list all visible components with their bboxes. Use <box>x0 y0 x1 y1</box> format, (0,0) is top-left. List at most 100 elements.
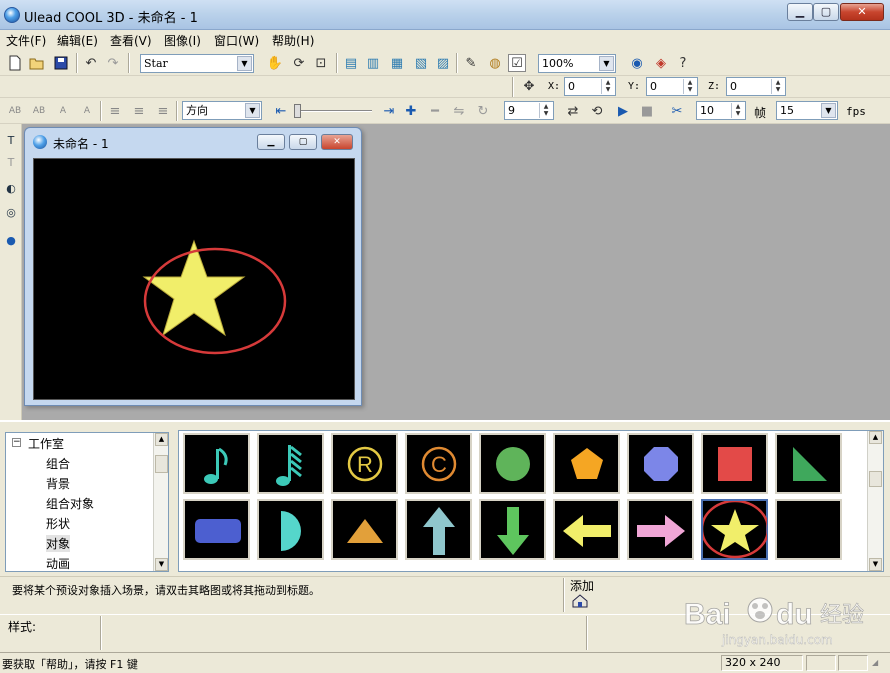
menu-view[interactable]: 查看(V) <box>108 32 154 49</box>
save-icon[interactable] <box>52 54 70 72</box>
gallery-thumb-double-music-note[interactable] <box>257 433 324 494</box>
help-cursor-icon[interactable]: ? <box>674 54 692 72</box>
object-select[interactable]: Star ▼ <box>140 54 254 73</box>
doc-minimize-button[interactable]: ▁ <box>257 134 285 150</box>
spinner-arrows-icon[interactable]: ▲ ▼ <box>771 79 784 94</box>
resize-grip-icon[interactable]: ◢ <box>872 658 886 670</box>
direction-select[interactable]: 方向 ▼ <box>182 101 262 120</box>
loop-icon[interactable]: ⇄ <box>564 102 582 120</box>
tree-item-background[interactable]: 背景 <box>46 475 70 492</box>
select-object-icon[interactable]: ◎ <box>2 204 20 222</box>
menu-window[interactable]: 窗口(W) <box>212 32 261 49</box>
gallery-thumb-copyright[interactable]: C <box>405 433 472 494</box>
scroll-down-icon[interactable]: ▼ <box>155 558 168 571</box>
first-frame-icon[interactable]: ⇤ <box>272 102 290 120</box>
scroll-up-icon[interactable]: ▲ <box>869 431 882 444</box>
layout-3-icon[interactable]: ▦ <box>388 54 406 72</box>
text-line-spacing-icon[interactable]: A <box>78 102 96 120</box>
y-input[interactable]: 0 ▲ ▼ <box>646 77 698 96</box>
align-right-icon[interactable]: ≡ <box>154 102 172 120</box>
gallery-thumb-half-circle[interactable] <box>257 499 324 560</box>
add-house-icon[interactable] <box>572 594 588 608</box>
layout-2-icon[interactable]: ▥ <box>364 54 382 72</box>
text-italic-icon[interactable]: AB <box>30 102 48 120</box>
align-left-icon[interactable]: ≡ <box>106 102 124 120</box>
gallery-thumb-rounded-rect[interactable] <box>183 499 250 560</box>
align-center-icon[interactable]: ≡ <box>130 102 148 120</box>
tree-item-animation[interactable]: 动画 <box>46 555 70 571</box>
menu-help[interactable]: 帮助(H) <box>270 32 316 49</box>
frame-count-input[interactable]: 10 ▲ ▼ <box>696 101 746 120</box>
undo-icon[interactable]: ↶ <box>82 54 100 72</box>
position-mode-icon[interactable]: ✥ <box>520 77 538 95</box>
gallery-thumb-octagon[interactable] <box>627 433 694 494</box>
layout-1-icon[interactable]: ▤ <box>342 54 360 72</box>
close-button[interactable]: ✕ <box>840 3 884 21</box>
insert-geometry-icon[interactable]: ● <box>2 232 20 250</box>
speed-icon[interactable]: ✂ <box>668 102 686 120</box>
gallery-thumb-registered[interactable]: R <box>331 433 398 494</box>
menu-image[interactable]: 图像(I) <box>162 32 203 49</box>
gallery-thumb-star[interactable] <box>701 499 768 560</box>
hand-pan-icon[interactable]: ✋ <box>266 54 284 72</box>
spinner-arrows-icon[interactable]: ▲ ▼ <box>731 103 744 118</box>
tree-root[interactable]: 工作室 <box>28 435 64 452</box>
object-gallery[interactable]: R C ▲ ▼ <box>178 430 884 572</box>
scene-canvas[interactable] <box>33 158 355 400</box>
menu-edit[interactable]: 编辑(E) <box>55 32 100 49</box>
insert-object-icon[interactable]: ◐ <box>2 180 20 198</box>
text-spacing-icon[interactable]: A <box>54 102 72 120</box>
timeline-slider[interactable] <box>294 104 372 118</box>
layout-4-icon[interactable]: ▧ <box>412 54 430 72</box>
play-icon[interactable]: ▶ <box>614 102 632 120</box>
web-icon[interactable]: ◉ <box>628 54 646 72</box>
tree-item-shape[interactable]: 形状 <box>46 515 70 532</box>
light-icon[interactable]: ✎ <box>462 54 480 72</box>
export-icon[interactable]: ◈ <box>652 54 670 72</box>
scroll-thumb[interactable] <box>155 455 168 473</box>
gallery-thumb-arrow-up[interactable] <box>405 499 472 560</box>
gallery-thumb-arrow-left[interactable] <box>553 499 620 560</box>
spinner-arrows-icon[interactable]: ▲ ▼ <box>539 103 552 118</box>
gallery-scrollbar[interactable]: ▲ ▼ <box>867 431 883 571</box>
menu-file[interactable]: 文件(F) <box>4 32 48 49</box>
last-frame-icon[interactable]: ⇥ <box>380 102 398 120</box>
reverse-icon[interactable]: ↻ <box>474 102 492 120</box>
maximize-button[interactable]: ▢ <box>813 3 839 21</box>
remove-keyframe-icon[interactable]: ━ <box>426 102 444 120</box>
frame-input[interactable]: 9 ▲ ▼ <box>504 101 554 120</box>
redo-icon[interactable]: ↷ <box>104 54 122 72</box>
tree-item-object[interactable]: 对象 <box>46 535 71 552</box>
scroll-up-icon[interactable]: ▲ <box>155 433 168 446</box>
globe-icon[interactable]: ◍ <box>486 54 504 72</box>
z-input[interactable]: 0 ▲ ▼ <box>726 77 786 96</box>
slider-thumb[interactable] <box>294 104 301 118</box>
new-file-icon[interactable] <box>6 54 24 72</box>
gallery-thumb-circle[interactable] <box>479 433 546 494</box>
add-keyframe-icon[interactable]: ✚ <box>402 102 420 120</box>
tree-item-group-object[interactable]: 组合对象 <box>46 495 94 512</box>
fit-view-icon[interactable]: ⊡ <box>312 54 330 72</box>
x-input[interactable]: 0 ▲ ▼ <box>564 77 616 96</box>
open-folder-icon[interactable] <box>28 54 46 72</box>
gallery-thumb-square[interactable] <box>701 433 768 494</box>
gallery-thumb-triangle-right[interactable] <box>775 433 842 494</box>
minimize-button[interactable]: ▁ <box>787 3 813 21</box>
gallery-thumb-pentagon[interactable] <box>553 433 620 494</box>
fps-select[interactable]: 15 ▼ <box>776 101 838 120</box>
gallery-thumb-triangle[interactable] <box>331 499 398 560</box>
repeat-icon[interactable]: ⟲ <box>588 102 606 120</box>
gallery-thumb-music-note[interactable] <box>183 433 250 494</box>
scene-star[interactable] <box>34 159 354 399</box>
tree-item-group[interactable]: 组合 <box>46 455 70 472</box>
doc-maximize-button[interactable]: ▢ <box>289 134 317 150</box>
tree-expander-icon[interactable]: − <box>12 438 21 447</box>
scroll-thumb[interactable] <box>869 471 882 487</box>
tree-scrollbar[interactable]: ▲ ▼ <box>153 433 168 571</box>
doc-close-button[interactable]: ✕ <box>321 134 353 150</box>
zoom-select[interactable]: 100% ▼ <box>538 54 616 73</box>
layout-5-icon[interactable]: ▨ <box>434 54 452 72</box>
scroll-down-icon[interactable]: ▼ <box>869 558 882 571</box>
split-keyframe-icon[interactable]: ⇋ <box>450 102 468 120</box>
gallery-thumb-arrow-right[interactable] <box>627 499 694 560</box>
